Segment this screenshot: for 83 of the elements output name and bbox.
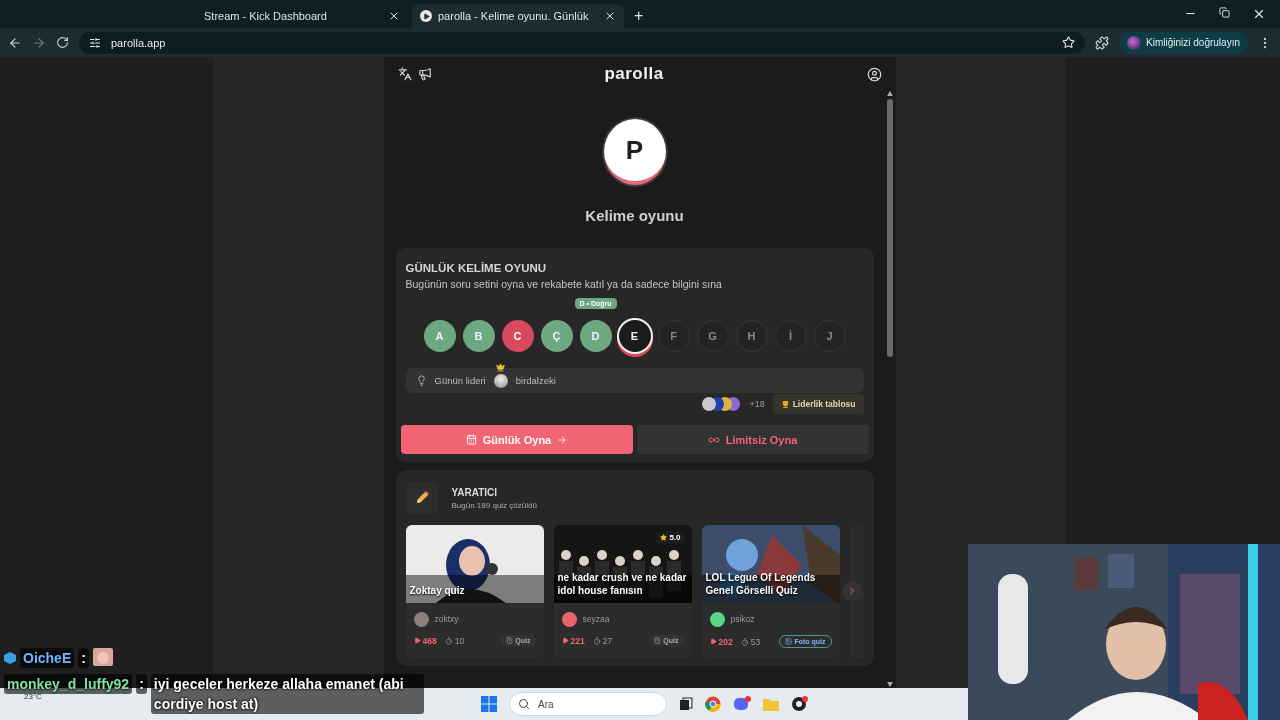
player-avatars-drawing — [701, 396, 742, 412]
play-count: 202 — [718, 636, 733, 647]
cube-icon — [4, 652, 16, 664]
page-subtitle: Kelime oyunu — [585, 207, 684, 224]
calendar-icon — [465, 434, 477, 445]
leader-label: Günün lideri — [434, 375, 486, 386]
section-title: YARATICI — [451, 486, 499, 498]
address-field[interactable]: parolla.app — [79, 31, 1086, 54]
play-icon — [709, 638, 717, 645]
close-icon[interactable] — [1252, 7, 1266, 21]
arrow-right-icon — [557, 434, 568, 445]
close-icon[interactable] — [604, 10, 616, 22]
back-icon[interactable] — [8, 35, 22, 50]
search-icon — [518, 698, 530, 710]
quiz-title: LOL Legue Of Legends Genel Görselli Quiz — [705, 571, 817, 597]
recorder-icon[interactable] — [791, 696, 809, 712]
question-icon — [506, 637, 514, 644]
image-icon — [785, 638, 793, 645]
quiz-title: ne kadar crush ve ne kadar idol house fanısın — [557, 571, 688, 597]
leader-name: birdalzeki — [515, 375, 556, 386]
browser-tab[interactable]: Stream - Kick Dashboard — [196, 4, 408, 28]
letter-circle: B — [462, 320, 495, 352]
scrollbar[interactable] — [885, 91, 894, 688]
play-mode-button[interactable]: Limitsiz Oyna — [636, 425, 869, 454]
question-count: 27 — [602, 635, 613, 646]
card-title: GÜNLÜK KELİME OYUNU — [405, 262, 548, 274]
timer-icon — [444, 636, 453, 645]
letter-circle: Ç — [540, 320, 573, 352]
rating-badge: 5.0 — [655, 531, 686, 544]
section-subtitle: Bugün 189 quiz çözüldü — [451, 500, 537, 510]
close-icon[interactable] — [388, 10, 400, 22]
question-icon — [654, 637, 662, 644]
author-name: psikoz — [730, 614, 755, 624]
chat-app-icon[interactable] — [733, 696, 751, 712]
chat-username: monkey_d_luffy92 — [4, 674, 133, 694]
site-settings-icon[interactable] — [89, 36, 101, 49]
new-tab-button[interactable]: + — [628, 4, 650, 28]
card-description: Bugünün soru setini oyna ve rekabete katıl ya da sadece bilgini sına — [405, 278, 723, 290]
timer-icon — [740, 637, 749, 646]
search-field[interactable]: Ara — [509, 692, 667, 716]
browser-icon[interactable] — [705, 696, 721, 712]
question-count: 10 — [454, 635, 465, 646]
letter-circle: F — [657, 320, 690, 352]
emote-icon — [92, 648, 113, 666]
question-count: 53 — [750, 636, 761, 647]
letter-circle: H — [735, 320, 768, 352]
play-icon — [561, 637, 569, 644]
letter-circle: C — [501, 320, 534, 352]
profile-button[interactable]: Kimliğinizi doğrulayın — [1119, 31, 1248, 54]
restore-icon[interactable] — [1219, 7, 1230, 18]
megaphone-icon[interactable] — [417, 67, 432, 81]
play-count: 468 — [422, 635, 437, 646]
letter-circle: İ — [774, 320, 807, 352]
letter-circle: D — [579, 320, 612, 352]
logo[interactable]: parolla — [437, 64, 861, 84]
weather-text[interactable]: 23°C — [24, 692, 42, 701]
letter-circle: A — [423, 320, 456, 352]
user-icon[interactable] — [866, 66, 882, 82]
hero-logo: P — [603, 119, 666, 185]
leaderboard-button[interactable]: Liderlik tablosu — [772, 394, 864, 414]
lightbulb-icon — [415, 375, 427, 386]
play-icon — [413, 637, 421, 644]
crown-icon — [495, 362, 505, 372]
chat-message: iyi geceler herkeze allaha emanet (abi cordiye host at) — [150, 674, 424, 714]
play-icon — [420, 10, 432, 22]
letter-circle: J — [813, 320, 846, 352]
chat-separator: : — [136, 674, 147, 694]
forward-icon[interactable] — [32, 35, 46, 50]
language-icon[interactable] — [397, 67, 412, 81]
letter-circle: G — [696, 320, 729, 352]
browser-tab[interactable]: parolla - Kelime oyunu. Günlük — [412, 4, 624, 28]
extensions-icon[interactable] — [1095, 35, 1110, 50]
player-count: +18 — [749, 399, 765, 409]
author-name: seyzaa — [582, 614, 610, 624]
bookmark-star-icon[interactable] — [1062, 36, 1076, 49]
task-view-icon[interactable] — [679, 697, 693, 711]
chat-separator: : — [78, 648, 89, 668]
timer-icon — [592, 636, 601, 645]
play-count: 221 — [570, 635, 585, 646]
author-name: zoktxy — [434, 614, 459, 624]
trophy-icon — [780, 399, 790, 409]
chat-username: OicheE — [20, 648, 75, 668]
reload-icon[interactable] — [56, 36, 69, 49]
